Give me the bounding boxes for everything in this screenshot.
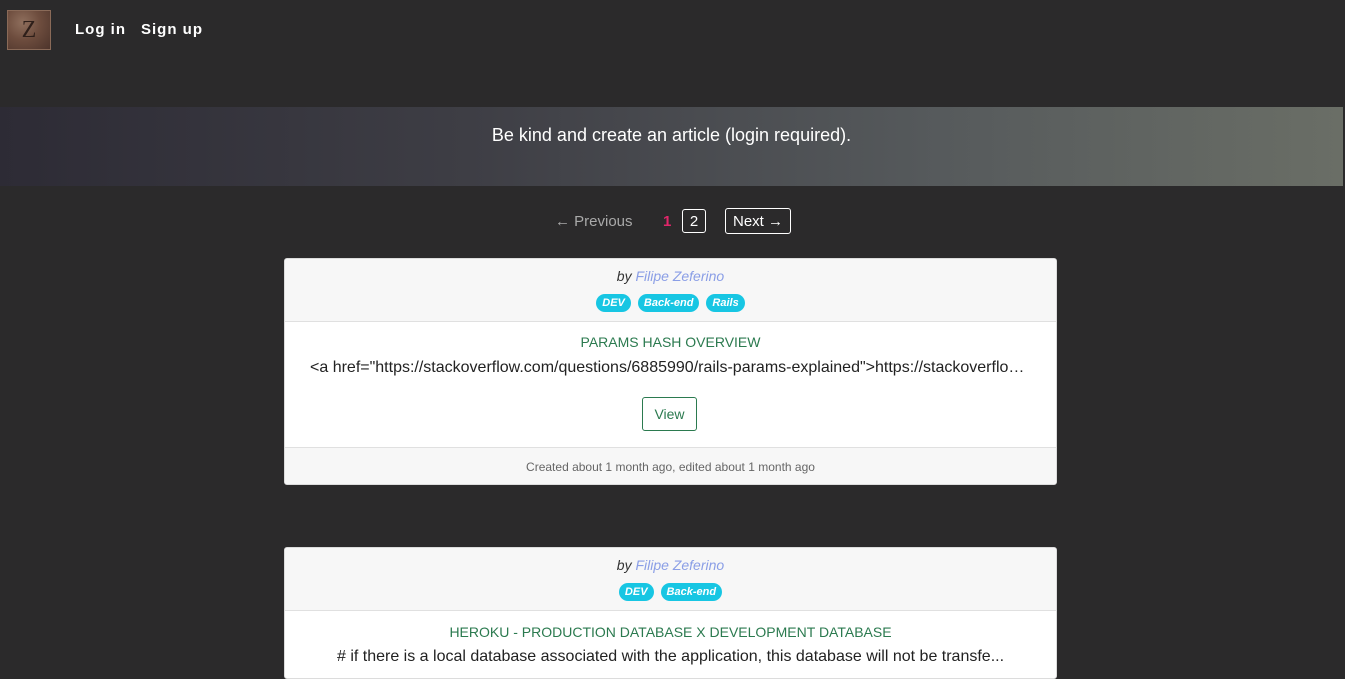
article-excerpt: <a href="https://stackoverflow.com/quest… [310, 359, 1031, 376]
next-page-button[interactable]: Next → [725, 208, 791, 234]
tag-badge[interactable]: Back-end [660, 583, 723, 601]
tag-badge[interactable]: DEV [596, 294, 631, 312]
page-2-link[interactable]: 2 [682, 209, 706, 233]
tag-badge[interactable]: DEV [618, 583, 654, 601]
author-line: by Filipe Zeferino [285, 268, 1056, 284]
card-footer: Created about 1 month ago, edited about … [285, 447, 1056, 484]
view-button[interactable]: View [642, 397, 697, 431]
card-header: by Filipe Zeferino DEV Back-end Rails [285, 259, 1056, 322]
banner-text: Be kind and create an article (login req… [491, 125, 852, 145]
author-line: by Filipe Zeferino [285, 557, 1056, 573]
author-link[interactable]: Filipe Zeferino [635, 557, 724, 573]
article-title: HEROKU - PRODUCTION DATABASE X DEVELOPME… [449, 624, 892, 640]
current-page: 1 [663, 213, 672, 230]
article-title: PARAMS HASH OVERVIEW [580, 334, 761, 350]
tag-badge[interactable]: Back-end [637, 294, 700, 312]
article-excerpt: # if there is a local database associate… [336, 648, 1005, 665]
article-card: by Filipe Zeferino DEV Back-end Rails PA… [284, 258, 1057, 485]
tag-list: DEV Back-end [285, 583, 1056, 601]
pagination: ← Previous 1 2 Next → [0, 208, 1345, 234]
tag-list: DEV Back-end Rails [285, 294, 1056, 312]
site-logo[interactable]: Z [7, 10, 51, 50]
logo-letter: Z [21, 17, 37, 43]
author-link[interactable]: Filipe Zeferino [635, 268, 724, 284]
article-card: by Filipe Zeferino DEV Back-end HEROKU -… [284, 547, 1057, 679]
info-banner: Be kind and create an article (login req… [0, 107, 1343, 186]
login-link[interactable]: Log in [75, 21, 126, 39]
card-header: by Filipe Zeferino DEV Back-end [285, 548, 1056, 611]
navbar: Z Log in Sign up [0, 0, 1345, 62]
previous-page-button: ← Previous [555, 213, 633, 230]
tag-badge[interactable]: Rails [706, 294, 745, 312]
by-label: by [616, 268, 632, 284]
signup-link[interactable]: Sign up [141, 21, 203, 39]
by-label: by [616, 557, 632, 573]
